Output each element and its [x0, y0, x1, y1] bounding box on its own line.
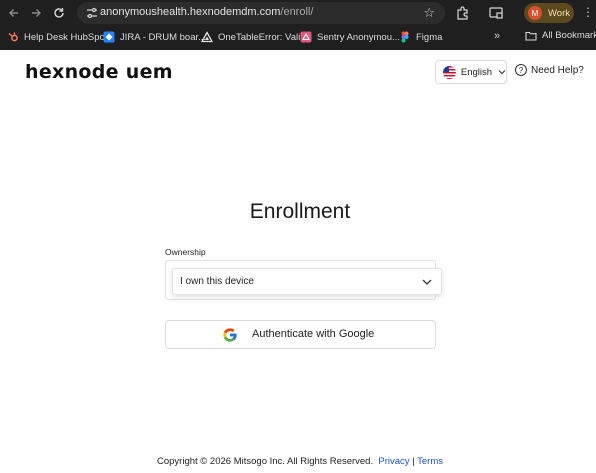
browser-menu-icon[interactable]: ⋮ — [582, 6, 594, 18]
bookmark-star-icon[interactable]: ☆ — [423, 5, 435, 21]
footer: Copyright © 2026 Mitsogo Inc. All Rights… — [0, 456, 596, 467]
bookmark-onetable[interactable]: OneTableError: Vali... — [201, 30, 308, 44]
chevron-down-icon — [498, 70, 506, 75]
folder-icon — [525, 31, 537, 41]
profile-button[interactable]: M Work — [524, 3, 574, 23]
bookmarks-overflow-icon[interactable]: » — [494, 30, 500, 42]
forward-icon[interactable] — [27, 4, 45, 22]
url-text: anonymoushealth.hexnodemdm.com/enroll/ — [100, 6, 314, 18]
figma-icon — [401, 31, 409, 43]
help-icon: ? — [515, 64, 527, 76]
footer-separator: | — [412, 456, 415, 467]
browser-chrome: anonymoushealth.hexnodemdm.com/enroll/ ☆… — [0, 0, 596, 50]
bookmark-hubspot[interactable]: Help Desk HubSpot — [7, 30, 107, 44]
bookmark-jira[interactable]: JIRA - DRUM boar... — [103, 30, 206, 44]
google-icon — [223, 328, 237, 342]
profile-label: Work — [548, 7, 570, 19]
address-bar[interactable]: anonymoushealth.hexnodemdm.com/enroll/ ☆ — [77, 2, 445, 24]
language-label: English — [460, 66, 493, 78]
google-button-label: Authenticate with Google — [252, 328, 375, 340]
cast-icon[interactable] — [488, 5, 504, 21]
privacy-link[interactable]: Privacy — [378, 456, 409, 467]
us-flag-icon — [443, 65, 456, 79]
chevron-down-icon — [422, 279, 432, 285]
enrollment-page: hexnode uem English ? Need Help? Enrollm… — [0, 50, 596, 473]
browser-toolbar: anonymoushealth.hexnodemdm.com/enroll/ ☆… — [0, 0, 596, 26]
terms-link[interactable]: Terms — [417, 456, 443, 467]
copyright-text: Copyright © 2026 Mitsogo Inc. All Rights… — [157, 456, 374, 467]
page-title: Enrollment — [249, 200, 351, 223]
all-bookmarks-button[interactable]: All Bookmarks — [525, 30, 596, 41]
avatar: M — [528, 6, 542, 20]
bookmark-figma[interactable]: Figma — [399, 30, 442, 44]
extensions-icon[interactable] — [455, 5, 471, 21]
jira-icon — [103, 31, 115, 43]
ownership-select[interactable]: I own this device — [172, 268, 442, 295]
hubspot-icon — [8, 32, 18, 42]
hexnode-logo: hexnode uem — [25, 61, 173, 83]
onetable-icon — [201, 31, 213, 43]
need-help-link[interactable]: ? Need Help? — [515, 64, 584, 76]
site-settings-icon[interactable] — [85, 6, 99, 20]
ownership-label: Ownership — [165, 247, 206, 257]
sentry-icon — [300, 31, 312, 43]
bookmarks-bar: Help Desk HubSpot JIRA - DRUM boar... On… — [0, 26, 596, 48]
reload-icon[interactable] — [50, 4, 68, 22]
language-selector[interactable]: English — [435, 60, 507, 84]
help-label: Need Help? — [531, 64, 584, 76]
ownership-value: I own this device — [180, 276, 254, 287]
bookmark-sentry[interactable]: Sentry Anonymou... — [300, 30, 400, 44]
authenticate-google-button[interactable]: Authenticate with Google — [165, 320, 436, 349]
back-icon[interactable] — [5, 4, 23, 22]
